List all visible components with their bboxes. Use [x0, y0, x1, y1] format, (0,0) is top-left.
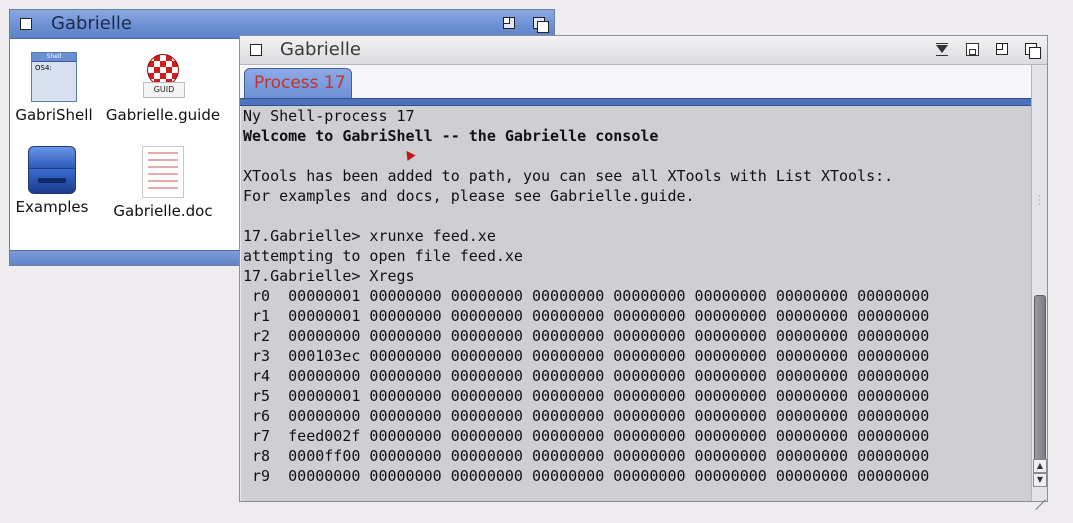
terminal-line: r2 00000000 00000000 00000000 00000000 0…: [243, 327, 930, 345]
minimize-icon[interactable]: [966, 43, 980, 57]
icon-label: Gabrielle.doc: [113, 202, 213, 220]
icon-label: Examples: [15, 198, 89, 216]
terminal-line: r3 000103ec 00000000 00000000 00000000 0…: [243, 347, 930, 365]
zoom-icon[interactable]: [503, 17, 517, 31]
terminal-line: attempting to open file feed.xe: [243, 247, 523, 265]
terminal-line: r8 0000ff00 00000000 00000000 00000000 0…: [243, 447, 930, 465]
terminal-line: r5 00000001 00000000 00000000 00000000 0…: [243, 387, 930, 405]
tab-process-17[interactable]: Process 17: [244, 68, 352, 100]
terminal-line: Welcome to GabriShell -- the Gabrielle c…: [243, 127, 659, 145]
icon-label: GabriShell: [15, 106, 93, 124]
vertical-scrollbar[interactable]: · · · ▲ ▼: [1031, 65, 1047, 501]
scroll-up-icon[interactable]: ▲: [1033, 459, 1047, 473]
terminal-line: r7 feed002f 00000000 00000000 00000000 0…: [243, 427, 930, 445]
terminal-output[interactable]: Ny Shell-process 17 Welcome to GabriShell…: [241, 106, 1031, 501]
close-icon[interactable]: [20, 18, 32, 30]
depth-icon[interactable]: [533, 17, 549, 33]
terminal-line: r4 00000000 00000000 00000000 00000000 0…: [243, 367, 930, 385]
icon-label: Gabrielle.guide: [105, 106, 221, 124]
terminal-line: r0 00000001 00000000 00000000 00000000 0…: [243, 287, 930, 305]
scroll-down-icon[interactable]: ▼: [1033, 473, 1047, 487]
terminal-line: r9 00000000 00000000 00000000 00000000 0…: [243, 467, 930, 485]
resize-icon[interactable]: [1034, 488, 1046, 510]
drawer-icon: [28, 144, 76, 194]
console-title: Gabrielle: [280, 39, 361, 60]
icon-gabrishell[interactable]: Shell OS4: GabriShell: [0, 52, 114, 124]
terminal-line: 17.Gabrielle> xrunxe feed.xe: [243, 227, 496, 245]
shell-icon-title: Shell: [32, 53, 76, 62]
guide-badge: GUID: [143, 82, 185, 98]
terminal-line: For examples and docs, please see Gabrie…: [243, 187, 695, 205]
icon-gabrielle-doc[interactable]: Gabrielle.doc: [103, 146, 223, 220]
terminal-line: r1 00000001 00000000 00000000 00000000 0…: [243, 307, 930, 325]
zoom-icon[interactable]: [996, 43, 1010, 57]
terminal-line: XTools has been added to path, you can s…: [243, 167, 894, 185]
shell-icon-text: OS4:: [35, 64, 52, 72]
grip-icon: · · ·: [1038, 192, 1041, 209]
tab-underline: [240, 98, 1031, 106]
document-icon: [142, 146, 184, 198]
console-titlebar[interactable]: Gabrielle: [240, 36, 1047, 65]
terminal-line: 17.Gabrielle> Xregs: [243, 267, 415, 285]
shell-icon: Shell OS4:: [31, 52, 77, 102]
depth-icon[interactable]: [1025, 43, 1041, 59]
amigaguide-icon: GUID: [141, 54, 185, 102]
close-icon[interactable]: [250, 44, 262, 56]
iconify-icon[interactable]: [936, 43, 950, 57]
console-window[interactable]: Gabrielle Process 17 Ny Shell-process 17…: [239, 35, 1048, 510]
terminal-line: r6 00000000 00000000 00000000 00000000 0…: [243, 407, 930, 425]
terminal-line: Ny Shell-process 17: [243, 107, 415, 125]
icon-gabrielle-guide[interactable]: GUID Gabrielle.guide: [103, 54, 223, 124]
drawer-title: Gabrielle: [51, 13, 132, 34]
tab-label: Process 17: [254, 73, 346, 93]
icon-examples[interactable]: Examples: [0, 144, 112, 216]
